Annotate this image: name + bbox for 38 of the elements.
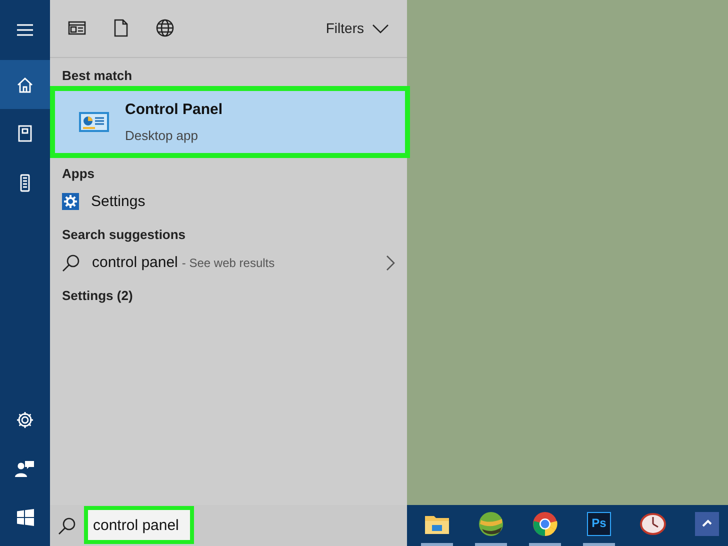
home-button[interactable] <box>0 60 50 109</box>
section-heading: Apps <box>62 165 96 183</box>
photoshop-icon: Ps <box>587 512 611 536</box>
chrome-icon <box>532 511 558 537</box>
home-icon <box>17 76 33 92</box>
settings-icon <box>62 193 79 210</box>
notebook-icon <box>18 125 32 142</box>
filters-dropdown[interactable]: Filters <box>322 14 393 43</box>
folder-icon <box>424 513 450 535</box>
control-panel-icon <box>78 109 110 135</box>
search-icon <box>58 517 76 535</box>
search-result[interactable]: control panel - See web results <box>50 245 407 280</box>
feedback-icon <box>15 460 35 478</box>
globe-icon <box>156 19 174 38</box>
result-title: Settings <box>91 192 146 210</box>
document-icon <box>114 19 128 38</box>
taskbar-app[interactable]: Ps <box>583 505 615 546</box>
globe-app-icon <box>478 511 504 537</box>
search-icon <box>62 254 80 272</box>
chevron-down-icon <box>372 24 389 34</box>
apps-icon <box>68 21 86 36</box>
result-hint: - See web results <box>182 256 275 270</box>
search-field[interactable]: control panel <box>84 506 194 544</box>
chevron-right-icon <box>386 254 395 270</box>
result-subtitle: Desktop app <box>125 127 199 146</box>
section-heading: Search suggestions <box>62 226 187 244</box>
menu-icon <box>16 23 34 37</box>
search-result[interactable]: Control Panel Desktop app <box>50 86 410 158</box>
section-heading: Best match <box>62 67 134 85</box>
app-tile-icon <box>695 512 719 536</box>
result-title: Control Panel <box>125 101 223 118</box>
windows-icon <box>16 509 34 526</box>
search-result[interactable]: Settings <box>50 184 407 219</box>
settings-icon <box>16 410 34 428</box>
section-heading: Settings (2) <box>62 287 134 305</box>
clock-icon <box>640 512 666 536</box>
phone-icon <box>20 174 30 192</box>
result-title: control panel <box>92 254 178 270</box>
